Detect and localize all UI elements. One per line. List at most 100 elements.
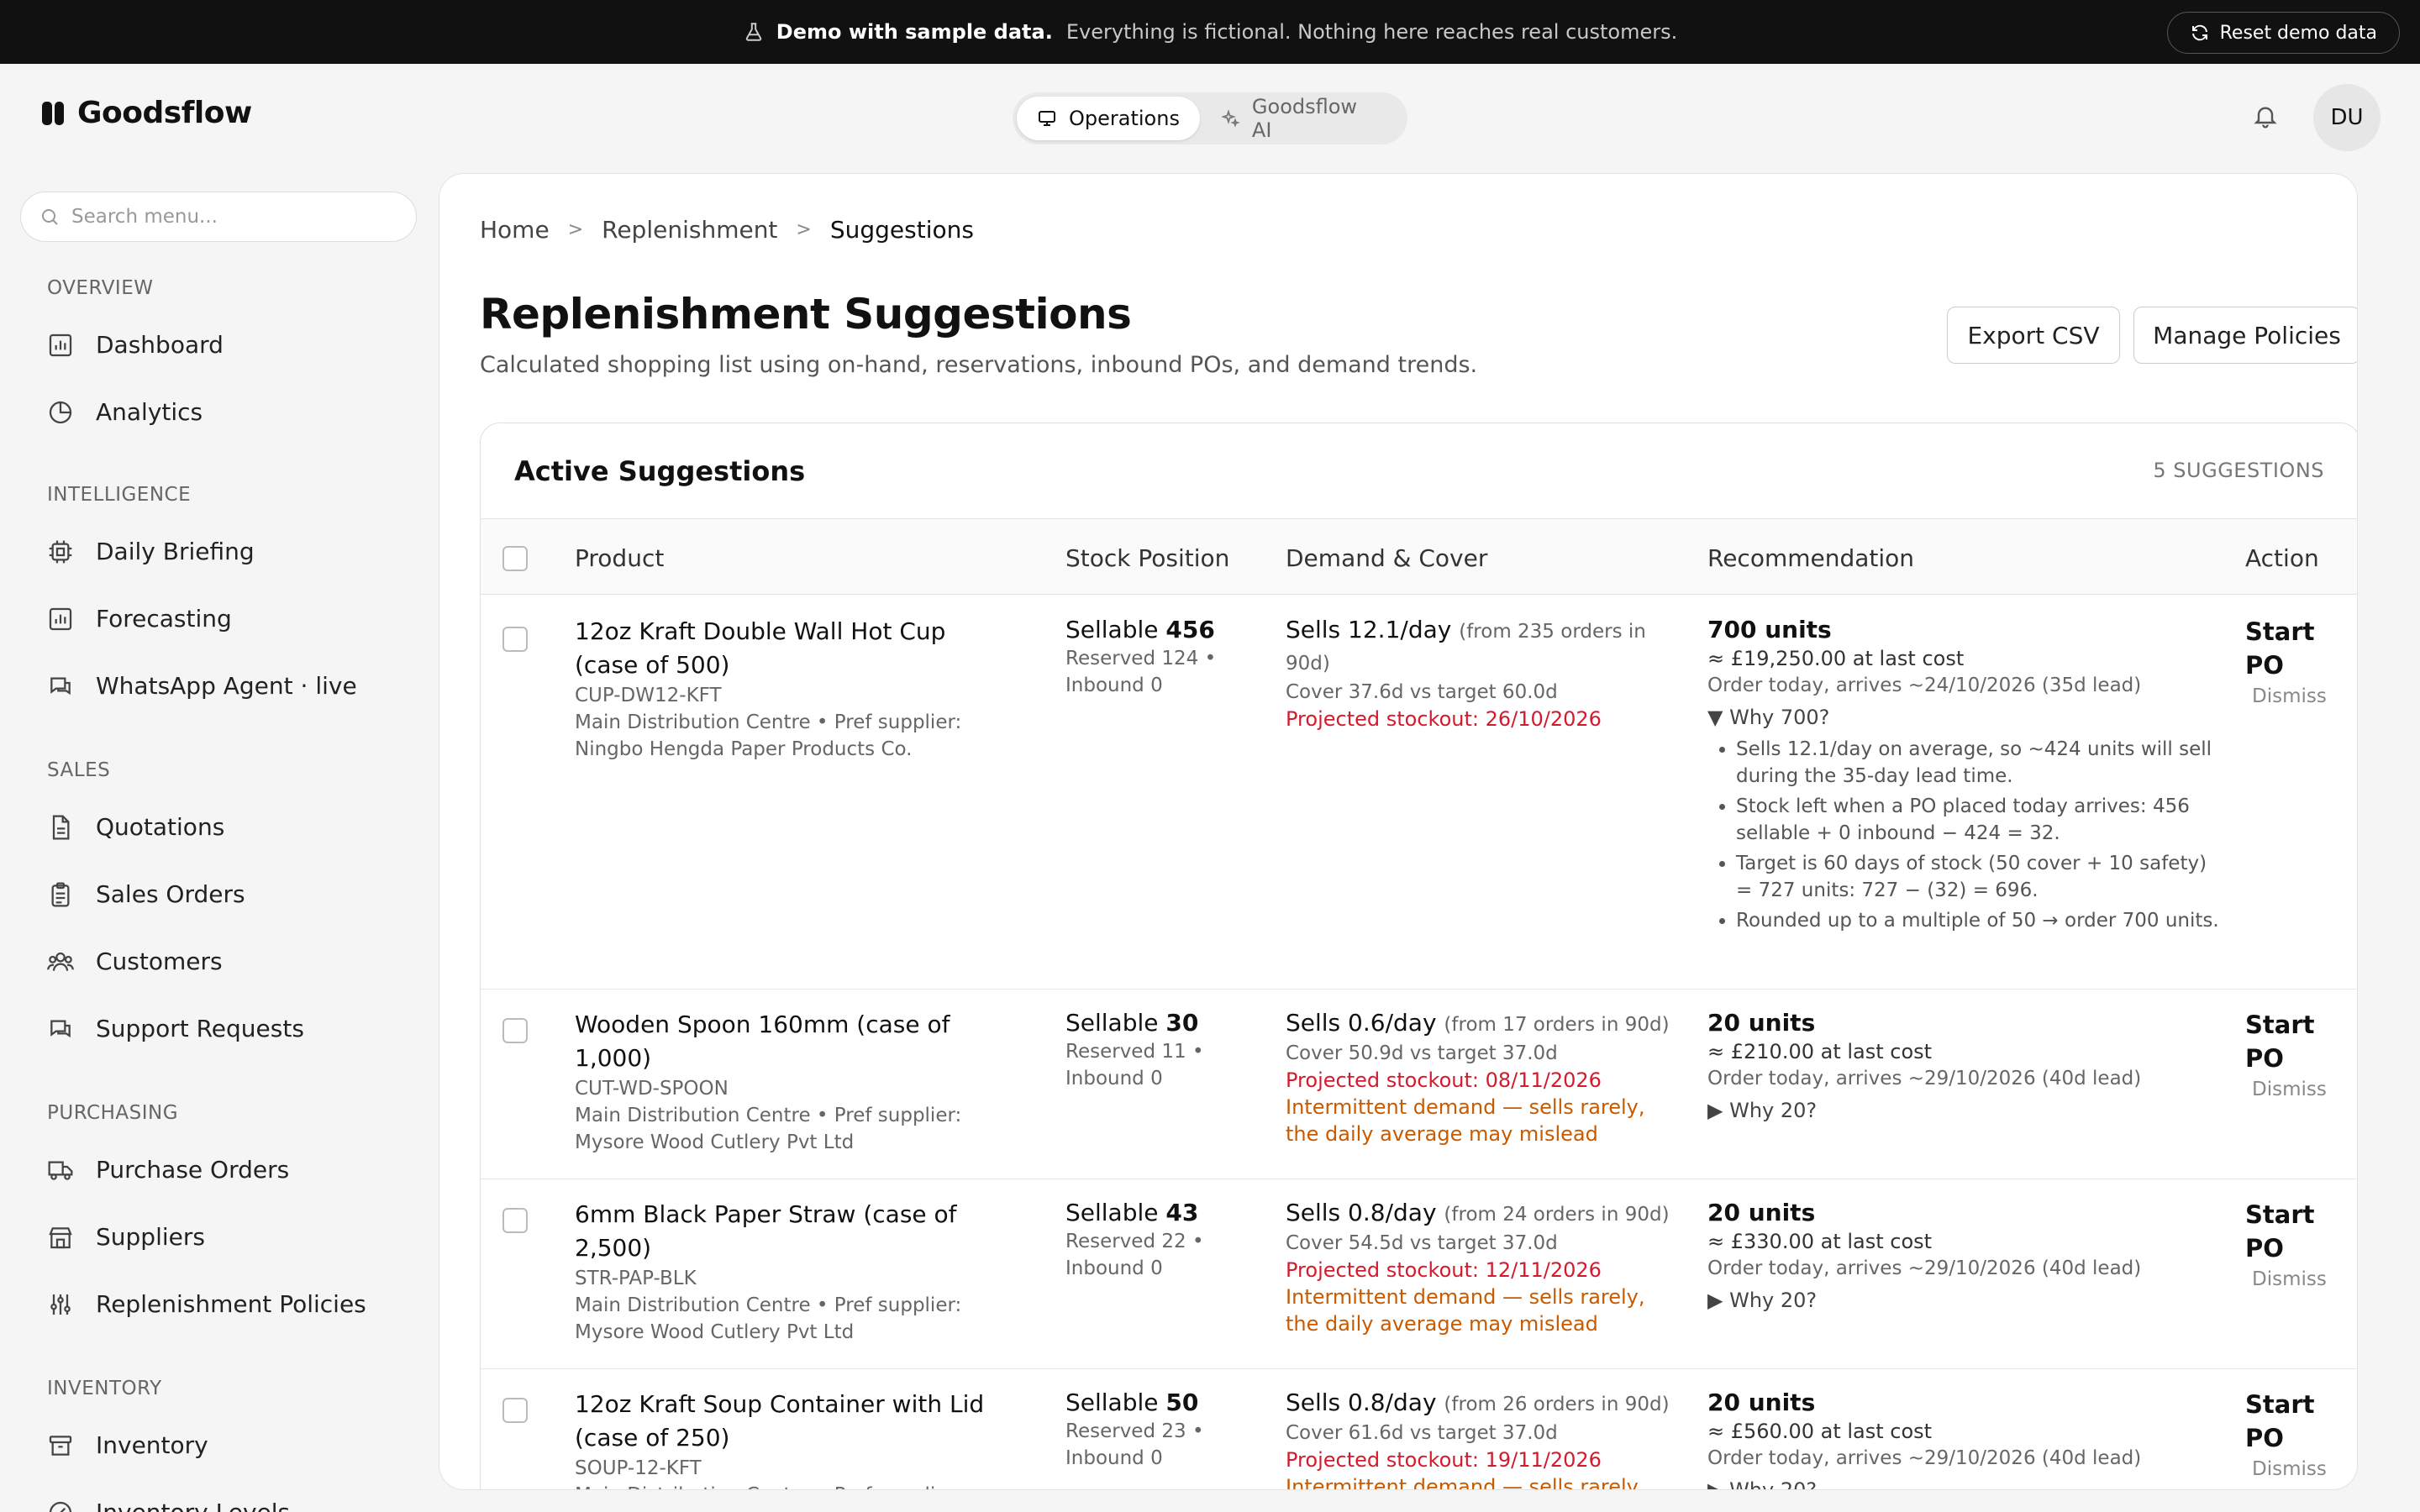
mode-goodsflow-ai[interactable]: Goodsflow AI	[1200, 95, 1403, 142]
reason-item: Target is 60 days of stock (50 cover + 1…	[1736, 850, 2223, 904]
product-name[interactable]: 12oz Kraft Soup Container with Lid (case…	[575, 1388, 1012, 1455]
projected-stockout: Projected stockout: 19/11/2026	[1286, 1448, 1602, 1472]
demo-title: Demo with sample data.	[776, 20, 1053, 44]
row-checkbox[interactable]	[502, 1018, 528, 1043]
sidebar-item-inventory-levels[interactable]: Inventory Levels	[47, 1499, 290, 1512]
col-stock-position[interactable]: Stock Position	[1065, 544, 1229, 572]
reserved-inbound: Reserved 124 • Inbound 0	[1065, 648, 1217, 696]
intermittent-warning: Intermittent demand — sells rarely, the …	[1286, 1475, 1645, 1490]
product-name[interactable]: 6mm Black Paper Straw (case of 2,500)	[575, 1198, 1012, 1265]
manage-policies-button[interactable]: Manage Policies	[2133, 307, 2357, 364]
sidebar-item-whatsapp-agent[interactable]: WhatsApp Agent · live	[47, 672, 357, 700]
cover-text: Cover 61.6d vs target 37.0d	[1286, 1422, 1558, 1444]
sells-rate: Sells 0.6/day	[1286, 1009, 1437, 1037]
why-toggle[interactable]: ▼ Why 700?	[1707, 704, 2228, 731]
sidebar-item-replenishment-policies[interactable]: Replenishment Policies	[47, 1290, 366, 1318]
avatar[interactable]: DU	[2313, 84, 2381, 151]
page-title: Replenishment Suggestions	[480, 290, 1132, 339]
sidebar-item-sales-orders[interactable]: Sales Orders	[47, 880, 245, 908]
row-checkbox[interactable]	[502, 1208, 528, 1233]
sidebar-item-purchase-orders[interactable]: Purchase Orders	[47, 1156, 289, 1184]
sidebar-item-support-requests[interactable]: Support Requests	[47, 1015, 304, 1042]
sidebar-item-label: WhatsApp Agent · live	[96, 672, 357, 700]
start-po-button[interactable]: Start PO	[2245, 1388, 2346, 1455]
users-icon	[47, 952, 74, 971]
cpu-icon	[49, 540, 72, 563]
sells-detail: (from 26 orders in 90d)	[1444, 1394, 1670, 1415]
dismiss-button[interactable]: Dismiss	[2252, 685, 2346, 707]
start-po-button[interactable]: Start PO	[2245, 615, 2346, 682]
recommended-qty: 700 units	[1707, 616, 1832, 643]
logo[interactable]: Goodsflow	[42, 96, 252, 130]
dismiss-button[interactable]: Dismiss	[2252, 1268, 2346, 1290]
pie-chart-icon	[49, 401, 72, 423]
menu-search-input[interactable]: Search menu...	[20, 192, 417, 242]
export-csv-button[interactable]: Export CSV	[1947, 307, 2120, 364]
sidebar-item-inventory[interactable]: Inventory	[47, 1431, 208, 1459]
sidebar-item-quotations[interactable]: Quotations	[47, 813, 224, 841]
sidebar-item-label: Sales Orders	[96, 880, 245, 908]
cover-text: Cover 54.5d vs target 37.0d	[1286, 1232, 1558, 1254]
table-row: Wooden Spoon 160mm (case of 1,000) CUT-W…	[481, 990, 2357, 1179]
bell-icon[interactable]	[2252, 102, 2279, 129]
col-recommendation[interactable]: Recommendation	[1707, 544, 1914, 572]
card-header: Active Suggestions 5 SUGGESTIONS	[481, 423, 2357, 519]
sidebar-item-label: Support Requests	[96, 1015, 304, 1042]
sidebar-item-dashboard[interactable]: Dashboard	[47, 331, 224, 359]
reason-item: Sells 12.1/day on average, so ~424 units…	[1736, 736, 2223, 790]
mode-switcher: Operations Goodsflow AI	[1013, 92, 1407, 144]
why-toggle[interactable]: ▶ Why 20?	[1707, 1477, 2228, 1489]
flask-icon	[745, 23, 761, 41]
sidebar-item-label: Forecasting	[96, 605, 232, 633]
reset-demo-button[interactable]: Reset demo data	[2166, 12, 2400, 54]
sells-detail: (from 17 orders in 90d)	[1444, 1014, 1670, 1036]
col-demand-cover[interactable]: Demand & Cover	[1286, 544, 1487, 572]
product-name[interactable]: 12oz Kraft Double Wall Hot Cup (case of …	[575, 615, 1012, 682]
product-location: Main Distribution Centre • Pref supplier…	[575, 1105, 962, 1153]
demo-message: Demo with sample data. Everything is fic…	[0, 0, 2420, 64]
arrival-estimate: Order today, arrives ~24/10/2026 (35d le…	[1707, 675, 2142, 696]
breadcrumb-home[interactable]: Home	[480, 216, 550, 244]
reserved-inbound: Reserved 11 • Inbound 0	[1065, 1041, 1204, 1089]
estimated-cost: ≈ £210.00 at last cost	[1707, 1040, 1933, 1063]
arrival-estimate: Order today, arrives ~29/10/2026 (40d le…	[1707, 1068, 2142, 1089]
row-checkbox[interactable]	[502, 627, 528, 652]
dismiss-button[interactable]: Dismiss	[2252, 1079, 2346, 1100]
why-toggle[interactable]: ▶ Why 20?	[1707, 1287, 2228, 1314]
table-row: 6mm Black Paper Straw (case of 2,500) ST…	[481, 1179, 2357, 1369]
recommended-qty: 20 units	[1707, 1009, 1816, 1037]
dismiss-button[interactable]: Dismiss	[2252, 1458, 2346, 1480]
product-sku: CUP-DW12-KFT	[575, 685, 722, 706]
menu-search-placeholder: Search menu...	[71, 206, 218, 228]
sidebar-item-analytics[interactable]: Analytics	[47, 398, 203, 426]
start-po-button[interactable]: Start PO	[2245, 1008, 2346, 1075]
sellable-value: 30	[1165, 1009, 1199, 1037]
demo-text: Everything is fictional. Nothing here re…	[1065, 20, 1678, 44]
col-product[interactable]: Product	[575, 544, 664, 572]
col-action[interactable]: Action	[2245, 544, 2319, 572]
monitor-icon	[1039, 111, 1055, 126]
product-name[interactable]: Wooden Spoon 160mm (case of 1,000)	[575, 1008, 1012, 1075]
row-checkbox[interactable]	[502, 1398, 528, 1423]
sellable-value: 43	[1165, 1199, 1199, 1226]
sidebar-item-suppliers[interactable]: Suppliers	[47, 1223, 205, 1251]
sidebar-item-forecasting[interactable]: Forecasting	[47, 605, 232, 633]
suggestions-card: Active Suggestions 5 SUGGESTIONS Product…	[480, 423, 2357, 1490]
chat-icon	[50, 1020, 71, 1037]
product-location: Main Distribution Centre • Pref supplier…	[575, 1294, 962, 1343]
sellable-label: Sellable	[1065, 616, 1159, 643]
arrival-estimate: Order today, arrives ~29/10/2026 (40d le…	[1707, 1447, 2142, 1469]
breadcrumb-replenishment[interactable]: Replenishment	[602, 216, 777, 244]
demo-banner: Demo with sample data. Everything is fic…	[0, 0, 2420, 64]
start-po-button[interactable]: Start PO	[2245, 1198, 2346, 1265]
bar-chart-icon	[49, 607, 72, 630]
main-panel: Home > Replenishment > Suggestions Reple…	[439, 173, 2358, 1490]
mode-operations[interactable]: Operations	[1017, 97, 1200, 140]
sidebar-item-daily-briefing[interactable]: Daily Briefing	[47, 538, 255, 565]
why-toggle[interactable]: ▶ Why 20?	[1707, 1097, 2228, 1124]
table-row: 12oz Kraft Double Wall Hot Cup (case of …	[481, 595, 2357, 990]
reason-item: Stock left when a PO placed today arrive…	[1736, 793, 2223, 847]
recommended-qty: 20 units	[1707, 1389, 1816, 1416]
sidebar-item-customers[interactable]: Customers	[47, 948, 223, 975]
select-all-checkbox[interactable]	[502, 546, 528, 571]
